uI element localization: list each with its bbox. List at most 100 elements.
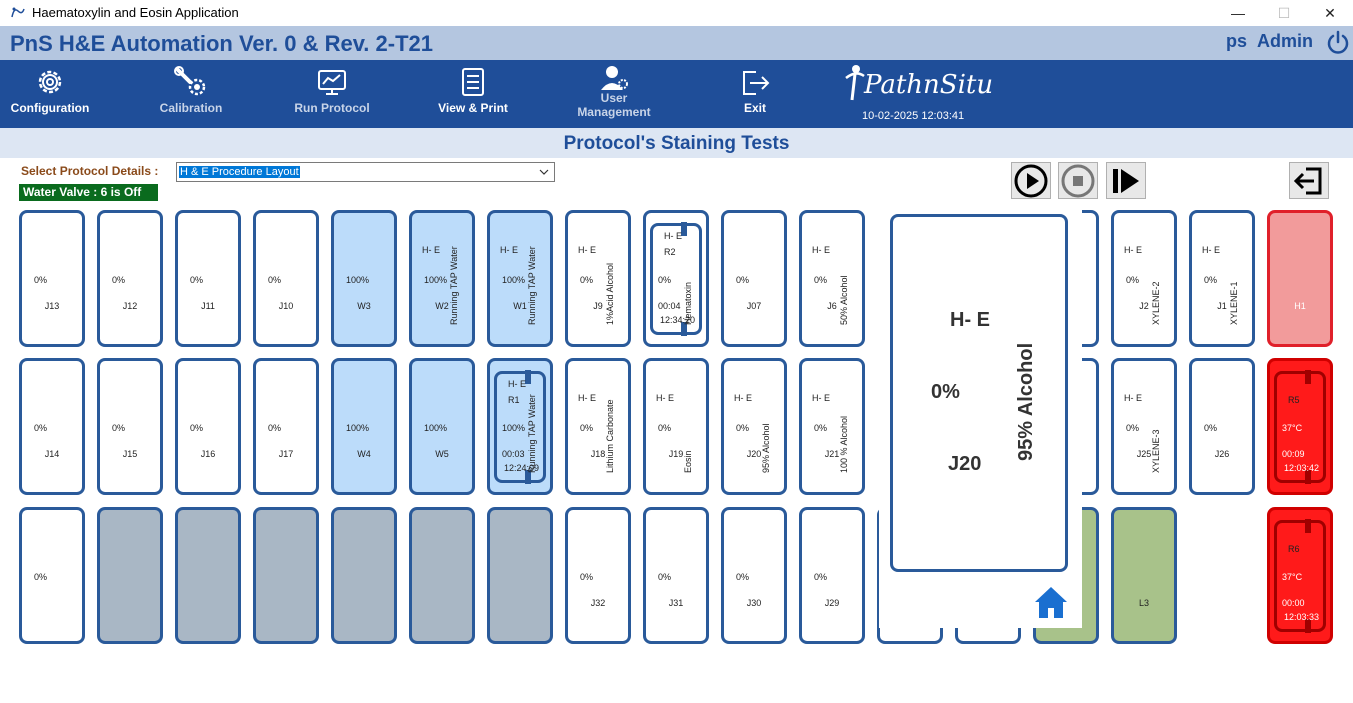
run-protocol-button[interactable]: Run Protocol: [277, 66, 387, 124]
reagent-group: H- E: [1124, 393, 1142, 403]
station-j10[interactable]: 0% J10: [253, 210, 319, 347]
reagent-group: H- E: [1202, 245, 1220, 255]
gear-icon: [38, 70, 62, 94]
station-code: J15: [122, 449, 138, 459]
minimize-button[interactable]: —: [1215, 0, 1261, 26]
station-j11[interactable]: 0% J11: [175, 210, 241, 347]
station-code: J25: [1136, 449, 1152, 459]
reagent-group: H- E: [812, 245, 830, 255]
reagent-group: H- E: [656, 393, 674, 403]
rack-id: R5: [1288, 395, 1300, 405]
reagent-name: Running TAP Water: [527, 394, 537, 473]
fill-percent: 0%: [814, 572, 828, 582]
station-row3-0[interactable]: 0%: [19, 507, 85, 644]
reagent-name: 100 % Alcohol: [839, 415, 849, 473]
station-l3[interactable]: L3: [1111, 507, 1177, 644]
station-code: J32: [590, 598, 606, 608]
window-title: Haematoxylin and Eosin Application: [32, 5, 239, 20]
station-w4[interactable]: 100% W4: [331, 358, 397, 495]
maximize-button[interactable]: ☐: [1261, 0, 1307, 26]
station-code: J10: [278, 301, 294, 311]
station-j16[interactable]: 0% J16: [175, 358, 241, 495]
station-j31[interactable]: 0% J31: [643, 507, 709, 644]
station-j6[interactable]: H- E 0% J6 50% Alcohol: [799, 210, 865, 347]
station-j32[interactable]: 0% J32: [565, 507, 631, 644]
station-j9[interactable]: H- E 0% J9 1%Acid Alcohol: [565, 210, 631, 347]
station-j14[interactable]: 0% J14: [19, 358, 85, 495]
rack-id: R2: [664, 247, 676, 257]
fill-percent: 0%: [1204, 423, 1218, 433]
stop-button[interactable]: [1058, 162, 1098, 199]
fill-percent: 100%: [346, 423, 370, 433]
station-code: J6: [827, 301, 837, 311]
station-w1[interactable]: H- E 100% W1 Running TAP Water: [487, 210, 553, 347]
station-j21[interactable]: H- E 0% J21 100 % Alcohol: [799, 358, 865, 495]
fill-percent: 0%: [814, 275, 828, 285]
station-row3-5[interactable]: [409, 507, 475, 644]
station-j29[interactable]: 0% J29: [799, 507, 865, 644]
user-management-label-2: Management: [577, 105, 651, 119]
station-row3-3[interactable]: [253, 507, 319, 644]
power-icon[interactable]: [1326, 30, 1350, 54]
station-code: J19: [668, 449, 684, 459]
reagent-name: 1%Acid Alcohol: [605, 262, 615, 325]
fill-percent: 0%: [736, 572, 750, 582]
step-forward-button[interactable]: [1106, 162, 1146, 199]
station-code: J18: [590, 449, 606, 459]
station-j26[interactable]: 0% J26: [1189, 358, 1255, 495]
logout-button[interactable]: [1289, 162, 1329, 199]
station-j13[interactable]: 0% J13: [19, 210, 85, 347]
home-icon[interactable]: [1032, 583, 1070, 621]
run-protocol-label: Run Protocol: [294, 101, 370, 115]
protocol-select[interactable]: H & E Procedure Layout: [176, 162, 555, 182]
station-w5[interactable]: 100% W5: [409, 358, 475, 495]
station-r5[interactable]: R5 37°C 00:09 12:03:42: [1267, 358, 1333, 495]
station-j20[interactable]: H- E 0% J20 95% Alcohol: [721, 358, 787, 495]
station-j15[interactable]: 0% J15: [97, 358, 163, 495]
rack-temperature: 37°C: [1282, 572, 1303, 582]
exit-button[interactable]: Exit: [700, 66, 810, 124]
station-row3-6[interactable]: [487, 507, 553, 644]
rack-elapsed: 00:04: [658, 301, 681, 311]
station-row3-2[interactable]: [175, 507, 241, 644]
reagent-group: H- E: [664, 231, 682, 241]
station-code: W5: [435, 449, 449, 459]
station-r1[interactable]: H- E R1 100% 00:03 12:24:09 Running TAP Water: [487, 358, 553, 495]
station-w2[interactable]: H- E 100% W2 Running TAP Water: [409, 210, 475, 347]
stop-icon: [1061, 164, 1095, 197]
configuration-button[interactable]: Configuration: [0, 66, 105, 124]
station-j25[interactable]: H- E 0% J25 XYLENE-3: [1111, 358, 1177, 495]
user-management-label-1: User: [600, 91, 628, 105]
detail-fill-percent: 0%: [931, 381, 960, 403]
app-logo-icon: [11, 7, 25, 18]
station-code: J12: [122, 301, 138, 311]
station-code: J9: [593, 301, 603, 311]
rack-elapsed: 00:00: [1282, 598, 1305, 608]
station-j30[interactable]: 0% J30: [721, 507, 787, 644]
play-button[interactable]: [1011, 162, 1051, 199]
station-j1[interactable]: H- E 0% J1 XYLENE-1: [1189, 210, 1255, 347]
station-r6[interactable]: R6 37°C 00:00 12:03:33: [1267, 507, 1333, 644]
calibration-button[interactable]: Calibration: [136, 66, 246, 124]
station-j19[interactable]: H- E 0% J19 Eosin: [643, 358, 709, 495]
station-row3-1[interactable]: [97, 507, 163, 644]
station-row3-4[interactable]: [331, 507, 397, 644]
fill-percent: 0%: [1126, 423, 1140, 433]
station-j18[interactable]: H- E 0% J18 Lithium Carbonate: [565, 358, 631, 495]
fill-percent: 100%: [502, 423, 526, 433]
station-w3[interactable]: 100% W3: [331, 210, 397, 347]
fill-percent: 0%: [658, 275, 672, 285]
station-code: L3: [1138, 598, 1149, 608]
station-r2[interactable]: H- E R2 0% 00:04 12:34:20 Hematoxin: [643, 210, 709, 347]
view-print-button[interactable]: View & Print: [418, 66, 528, 124]
station-h1[interactable]: H1: [1267, 210, 1333, 347]
station-j2[interactable]: H- E 0% J2 XYLENE-2: [1111, 210, 1177, 347]
reagent-name: XYLENE-2: [1151, 281, 1161, 325]
station-j12[interactable]: 0% J12: [97, 210, 163, 347]
station-j07[interactable]: 0% J07: [721, 210, 787, 347]
select-protocol-label: Select Protocol Details :: [21, 164, 159, 178]
user-management-button[interactable]: User Management: [559, 64, 669, 122]
station-detail-card: H- E 0% J20 95% Alcohol: [890, 214, 1068, 572]
station-j17[interactable]: 0% J17: [253, 358, 319, 495]
close-button[interactable]: ✕: [1307, 0, 1353, 26]
